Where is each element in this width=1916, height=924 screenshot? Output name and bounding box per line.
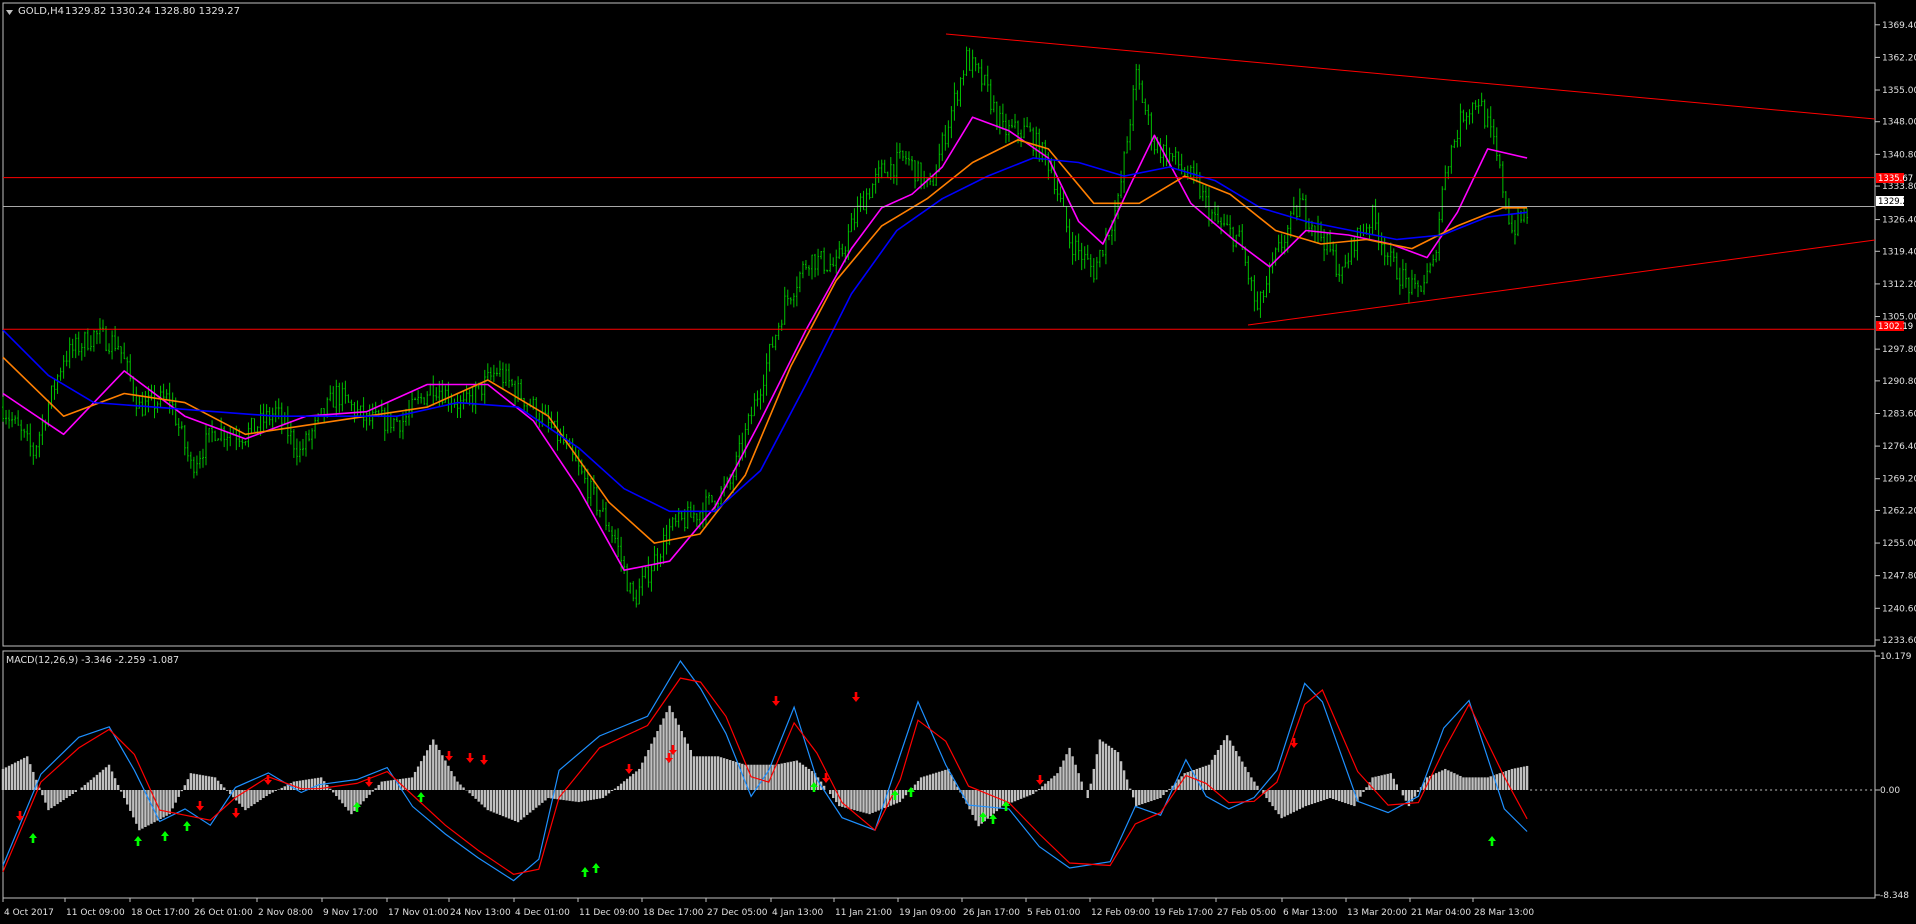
ohlc-readout: 1329.82 1330.24 1328.80 1329.27 — [65, 6, 240, 17]
macd-label: MACD(12,26,9) -3.346 -2.259 -1.087 — [6, 655, 179, 666]
time-label: 18 Oct 17:00 — [131, 908, 190, 918]
time-label: 12 Feb 09:00 — [1091, 908, 1150, 918]
time-label: 4 Oct 2017 — [4, 908, 54, 918]
time-label: 17 Nov 01:00 — [388, 908, 449, 918]
price-label: 1283.60 — [1882, 409, 1916, 419]
price-label: 1348.00 — [1882, 118, 1916, 128]
time-label: 18 Dec 17:00 — [643, 908, 704, 918]
time-label: 5 Feb 01:00 — [1027, 908, 1081, 918]
price-label: 1340.80 — [1882, 150, 1916, 160]
time-label: 11 Jan 21:00 — [835, 908, 892, 918]
price-label: 1297.80 — [1882, 345, 1916, 355]
time-label: 4 Jan 13:00 — [772, 908, 824, 918]
time-label: 13 Mar 20:00 — [1347, 908, 1407, 918]
price-label: 1319.40 — [1882, 247, 1916, 257]
time-label: 27 Dec 05:00 — [707, 908, 768, 918]
time-label: 2 Nov 08:00 — [258, 908, 313, 918]
price-label: 1362.20 — [1882, 53, 1916, 63]
time-label: 11 Dec 09:00 — [579, 908, 640, 918]
price-label: 1276.40 — [1882, 442, 1916, 452]
time-label: 11 Oct 09:00 — [66, 908, 125, 918]
price-label: 1233.60 — [1882, 636, 1916, 646]
time-label: 26 Jan 17:00 — [963, 908, 1020, 918]
price-label: 1312.20 — [1882, 280, 1916, 290]
resistance-tag: 1335.67 — [1878, 174, 1913, 184]
price-label: 1240.60 — [1882, 604, 1916, 614]
price-label: 1369.40 — [1882, 21, 1916, 31]
price-label: 1269.20 — [1882, 475, 1916, 485]
time-label: 19 Feb 17:00 — [1154, 908, 1213, 918]
time-label: 6 Mar 13:00 — [1283, 908, 1338, 918]
macd-top-label: 10.179 — [1880, 652, 1912, 662]
macd-bottom-label: -8.348 — [1880, 891, 1909, 901]
price-label: 1355.00 — [1882, 86, 1916, 96]
price-label: 1255.00 — [1882, 539, 1916, 549]
support-tag: 1302.19 — [1878, 322, 1913, 332]
time-label: 19 Jan 09:00 — [899, 908, 956, 918]
time-label: 21 Mar 04:00 — [1411, 908, 1471, 918]
current-price-tag: 1329.27 — [1878, 197, 1913, 207]
price-label: 1290.80 — [1882, 377, 1916, 387]
macd-zero-label: 0.00 — [1880, 786, 1900, 796]
symbol-label: GOLD,H4 — [18, 6, 64, 17]
time-label: 28 Mar 13:00 — [1474, 908, 1534, 918]
price-label: 1326.40 — [1882, 216, 1916, 226]
time-label: 26 Oct 01:00 — [194, 908, 253, 918]
time-label: 27 Feb 05:00 — [1217, 908, 1276, 918]
gold-h4-terminal[interactable]: 1369.401362.201355.001348.001340.801333.… — [0, 0, 1916, 924]
time-label: 9 Nov 17:00 — [323, 908, 378, 918]
time-label: 24 Nov 13:00 — [450, 908, 511, 918]
time-label: 4 Dec 01:00 — [515, 908, 570, 918]
price-label: 1262.20 — [1882, 506, 1916, 516]
price-label: 1247.80 — [1882, 572, 1916, 582]
